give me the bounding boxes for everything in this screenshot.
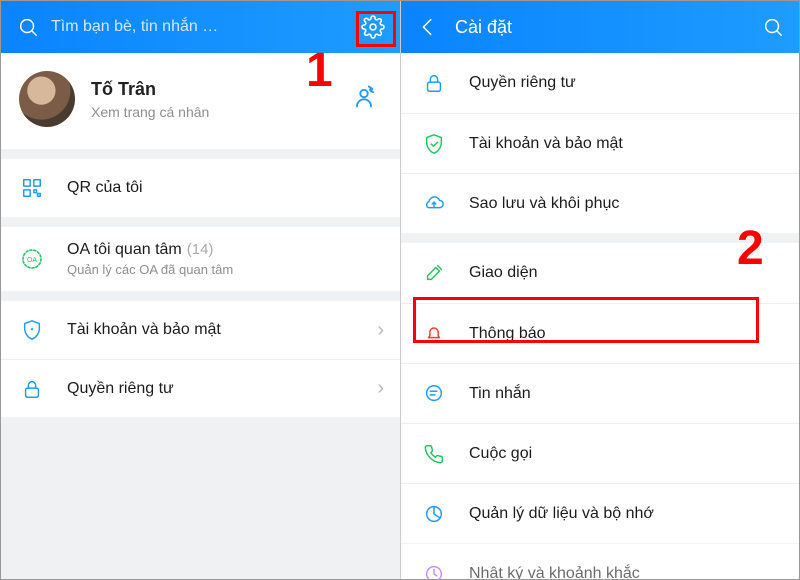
- account-security-label: Tài khoản và bảo mật: [67, 321, 221, 338]
- my-qr-row[interactable]: QR của tôi: [1, 159, 400, 217]
- privacy-label: Quyền riêng tư: [67, 380, 174, 397]
- annotation-box-1: [356, 11, 396, 47]
- my-qr-label: QR của tôi: [67, 179, 143, 196]
- chevron-right-icon: ›: [377, 377, 384, 400]
- switch-account-icon[interactable]: [350, 83, 384, 116]
- profile-subtitle: Xem trang cá nhân: [91, 104, 350, 120]
- settings-row-data[interactable]: Quản lý dữ liệu và bộ nhớ: [401, 483, 800, 543]
- settings-row-journal[interactable]: Nhật ký và khoảnh khắc: [401, 543, 800, 579]
- search-icon[interactable]: [760, 14, 786, 40]
- settings-row-privacy[interactable]: Quyền riêng tư: [401, 53, 800, 113]
- phone-icon: [421, 441, 447, 467]
- profile-block[interactable]: Tố Trân Xem trang cá nhân: [1, 53, 400, 149]
- annotation-step-2: 2: [737, 225, 764, 273]
- settings-row-calls[interactable]: Cuộc gọi: [401, 423, 800, 483]
- cloud-icon: [421, 191, 447, 217]
- annotation-box-2: [413, 297, 759, 343]
- shield-check-icon: [421, 131, 447, 157]
- chevron-right-icon: ›: [377, 319, 384, 342]
- pie-icon: [421, 501, 447, 527]
- avatar: [19, 71, 75, 127]
- settings-pane: Cài đặt Quyền riêng tư Tài khoản và bảo …: [401, 1, 800, 579]
- oa-row[interactable]: OA OA tôi quan tâm (14) Quản lý các OA đã…: [1, 227, 400, 291]
- settings-row-messages[interactable]: Tin nhắn: [401, 363, 800, 423]
- search-icon[interactable]: [15, 14, 41, 40]
- oa-icon: OA: [19, 246, 45, 272]
- left-header: Tìm bạn bè, tin nhắn …: [1, 1, 400, 53]
- annotation-step-1: 1: [306, 47, 333, 95]
- back-icon[interactable]: [415, 14, 441, 40]
- settings-title: Cài đặt: [455, 17, 512, 38]
- oa-subtitle: Quản lý các OA đã quan tâm: [67, 262, 384, 277]
- profile-pane: Tìm bạn bè, tin nhắn … Tố Trân Xem trang…: [1, 1, 400, 579]
- shield-icon: [19, 317, 45, 343]
- lock-icon: [421, 70, 447, 96]
- settings-row-account[interactable]: Tài khoản và bảo mật: [401, 113, 800, 173]
- svg-text:OA: OA: [27, 257, 37, 264]
- oa-label: OA tôi quan tâm: [67, 241, 182, 258]
- privacy-row[interactable]: Quyền riêng tư ›: [1, 359, 400, 417]
- qr-icon: [19, 175, 45, 201]
- oa-count: (14): [187, 241, 214, 258]
- brush-icon: [421, 260, 447, 286]
- lock-icon: [19, 376, 45, 402]
- right-header: Cài đặt: [401, 1, 800, 53]
- clock-icon: [421, 561, 447, 580]
- account-security-row[interactable]: Tài khoản và bảo mật ›: [1, 301, 400, 359]
- chat-icon: [421, 381, 447, 407]
- search-placeholder[interactable]: Tìm bạn bè, tin nhắn …: [51, 18, 218, 36]
